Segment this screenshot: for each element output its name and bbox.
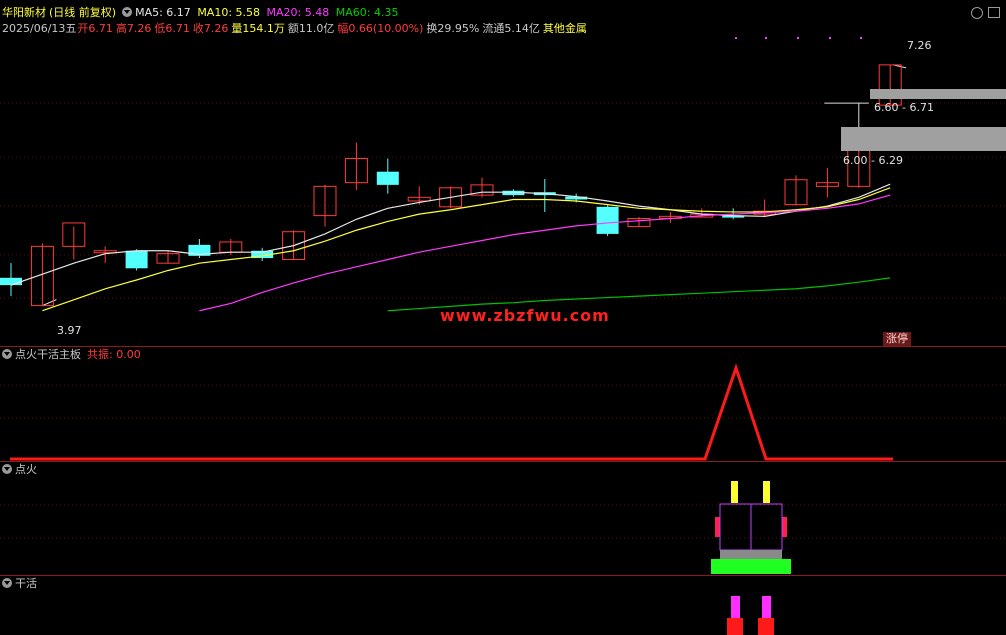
work-bar-right xyxy=(762,596,771,618)
range-label-1: 6.60 - 6.71 xyxy=(874,101,934,114)
ma10-line xyxy=(42,187,891,312)
ignition-bar-right xyxy=(763,481,770,503)
panel-separator-1 xyxy=(0,346,1006,347)
range-label-2: 6.00 - 6.29 xyxy=(843,154,903,167)
indicator3-header[interactable]: 干活 xyxy=(2,577,37,591)
ignition-bar-left xyxy=(731,481,738,503)
resonance-line xyxy=(10,363,893,461)
ignition-side-left xyxy=(715,517,720,537)
candle-body xyxy=(0,277,22,286)
candle-body xyxy=(376,171,399,185)
marker-dot xyxy=(797,37,799,39)
candle-body xyxy=(125,250,148,269)
indicator3-title: 干活 xyxy=(15,577,37,590)
panel-separator-3 xyxy=(0,575,1006,576)
marker-dot xyxy=(829,37,831,39)
ignition-foot xyxy=(711,559,791,574)
panel-separator-2 xyxy=(0,461,1006,462)
high-mark-label: 7.26 xyxy=(907,39,932,52)
watermark: www.zbzfwu.com xyxy=(440,306,610,325)
marker-dot xyxy=(735,37,737,39)
marker-dot xyxy=(860,37,862,39)
indicator1-title: 点火干活主板 xyxy=(15,348,81,361)
chevron-down-icon[interactable] xyxy=(2,464,12,474)
low-mark-label: 3.97 xyxy=(57,324,82,337)
indicator1-header[interactable]: 点火干活主板 共振: 0.00 xyxy=(2,348,141,362)
candle-body xyxy=(596,206,619,234)
work-base-right xyxy=(758,618,774,635)
limit-up-badge: 涨停 xyxy=(883,332,911,346)
range-block-2 xyxy=(841,127,1006,151)
indicator2-title: 点火 xyxy=(15,463,37,476)
low-pointer xyxy=(42,299,57,307)
ignition-base xyxy=(720,550,782,559)
range-block-1 xyxy=(870,89,1006,99)
indicator1-value: 共振: 0.00 xyxy=(87,348,141,361)
chevron-down-icon[interactable] xyxy=(2,578,12,588)
candlesticks xyxy=(0,64,902,307)
work-bar-left xyxy=(731,596,740,618)
work-base-left xyxy=(727,618,743,635)
marker-dot xyxy=(765,37,767,39)
indicator2-header[interactable]: 点火 xyxy=(2,463,37,477)
chevron-down-icon[interactable] xyxy=(2,349,12,359)
ignition-side-right xyxy=(782,517,787,537)
